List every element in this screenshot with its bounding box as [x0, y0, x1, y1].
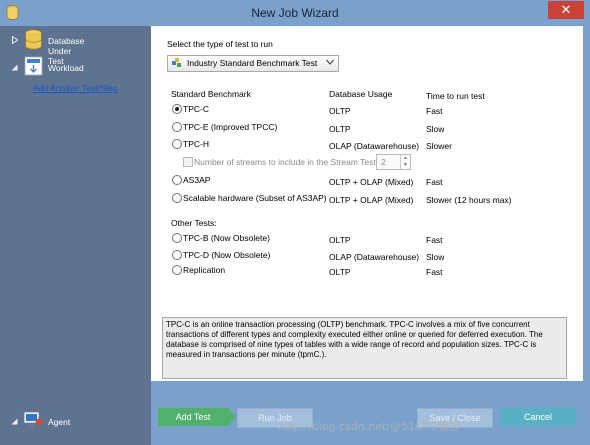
- other-test-usage: OLAP (Datawarehouse): [329, 252, 420, 262]
- collapse-arrow-icon[interactable]: [11, 418, 18, 425]
- other-test-time: Fast: [426, 267, 443, 277]
- benchmark-icon: [172, 58, 181, 67]
- radio-tpc-b[interactable]: [172, 233, 182, 243]
- other-test-time: Fast: [426, 235, 443, 245]
- benchmark-usage: OLTP + OLAP (Mixed): [329, 195, 414, 205]
- stepper-up-icon[interactable]: ▲: [400, 155, 410, 162]
- stepper-down-icon[interactable]: ▼: [400, 162, 410, 169]
- close-button[interactable]: ✕: [548, 1, 584, 19]
- sidebar-item-label: Workload: [48, 63, 84, 73]
- other-test-label: TPC-D (Now Obsolete): [183, 250, 271, 260]
- other-tests-heading: Other Tests:: [171, 218, 217, 228]
- collapse-arrow-icon[interactable]: [11, 64, 18, 71]
- other-test-usage: OLTP: [329, 267, 351, 277]
- other-test-time: Slow: [426, 252, 445, 262]
- benchmark-label: AS3AP: [183, 175, 211, 185]
- add-another-test-link[interactable]: Add Another Test/Step: [33, 83, 117, 93]
- radio-tpc-h[interactable]: [172, 139, 182, 149]
- benchmark-label: TPC-C: [183, 104, 209, 114]
- wizard-window: New Job Wizard ✕ Database Under Test Wor…: [0, 0, 590, 445]
- streams-label: Number of streams to include in the Stre…: [194, 157, 379, 167]
- benchmark-usage: OLTP: [329, 106, 351, 116]
- main-panel: Select the type of test to run Industry …: [151, 26, 583, 381]
- column-header-usage: Database Usage: [329, 89, 393, 99]
- cancel-button[interactable]: Cancel: [500, 408, 576, 426]
- close-icon: ✕: [560, 2, 572, 17]
- streams-stepper[interactable]: 2 ▲ ▼: [376, 154, 411, 170]
- benchmark-time: Slower: [426, 141, 452, 151]
- other-test-usage: OLTP: [329, 235, 351, 245]
- other-test-label: TPC-B (Now Obsolete): [183, 233, 270, 243]
- test-type-select[interactable]: Industry Standard Benchmark Test: [167, 55, 339, 72]
- benchmark-label: Scalable hardware (Subset of AS3AP): [183, 193, 327, 203]
- expand-arrow-icon[interactable]: [12, 36, 18, 44]
- sidebar-item-workload[interactable]: Workload: [0, 56, 151, 80]
- sidebar: Database Under Test Workload Add Another…: [0, 26, 151, 445]
- other-test-label: Replication: [183, 265, 226, 275]
- benchmark-usage: OLTP + OLAP (Mixed): [329, 177, 414, 187]
- benchmark-time: Slow: [426, 124, 445, 134]
- benchmark-label: TPC-H: [183, 139, 209, 149]
- benchmark-usage: OLTP: [329, 124, 351, 134]
- select-value: Industry Standard Benchmark Test: [187, 58, 318, 68]
- benchmark-time: Fast: [426, 106, 443, 116]
- streams-value: 2: [381, 157, 386, 167]
- benchmark-time: Slower (12 hours max): [426, 195, 512, 205]
- radio-as3ap[interactable]: [172, 175, 182, 185]
- radio-tpc-e[interactable]: [172, 122, 182, 132]
- column-header-benchmark: Standard Benchmark: [171, 89, 251, 99]
- streams-checkbox[interactable]: [183, 157, 193, 167]
- title-bar[interactable]: New Job Wizard ✕: [0, 0, 590, 26]
- radio-tpc-d[interactable]: [172, 250, 182, 260]
- chevron-down-icon: [326, 59, 334, 65]
- benchmark-usage: OLAP (Datawarehouse): [329, 141, 420, 151]
- benchmark-time: Fast: [426, 177, 443, 187]
- workload-icon: [24, 56, 43, 76]
- agent-icon: [23, 411, 43, 427]
- database-icon: [25, 29, 42, 50]
- add-test-button[interactable]: Add Test: [158, 408, 236, 426]
- test-description: TPC-C is an online transaction processin…: [162, 317, 567, 379]
- benchmark-label: TPC-E (Improved TPCC): [183, 122, 278, 132]
- radio-tpc-c[interactable]: [172, 104, 182, 114]
- window-title: New Job Wizard: [251, 6, 339, 20]
- column-header-time: Time to run test: [426, 91, 485, 101]
- sidebar-item-agent[interactable]: Agent: [0, 410, 151, 434]
- sidebar-item-label: Agent: [48, 417, 71, 427]
- select-type-label: Select the type of test to run: [167, 39, 273, 49]
- watermark: http://blog.csdn.net/@51CTO博客: [278, 420, 460, 433]
- radio-scalable-hardware[interactable]: [172, 193, 182, 203]
- radio-replication[interactable]: [172, 265, 182, 275]
